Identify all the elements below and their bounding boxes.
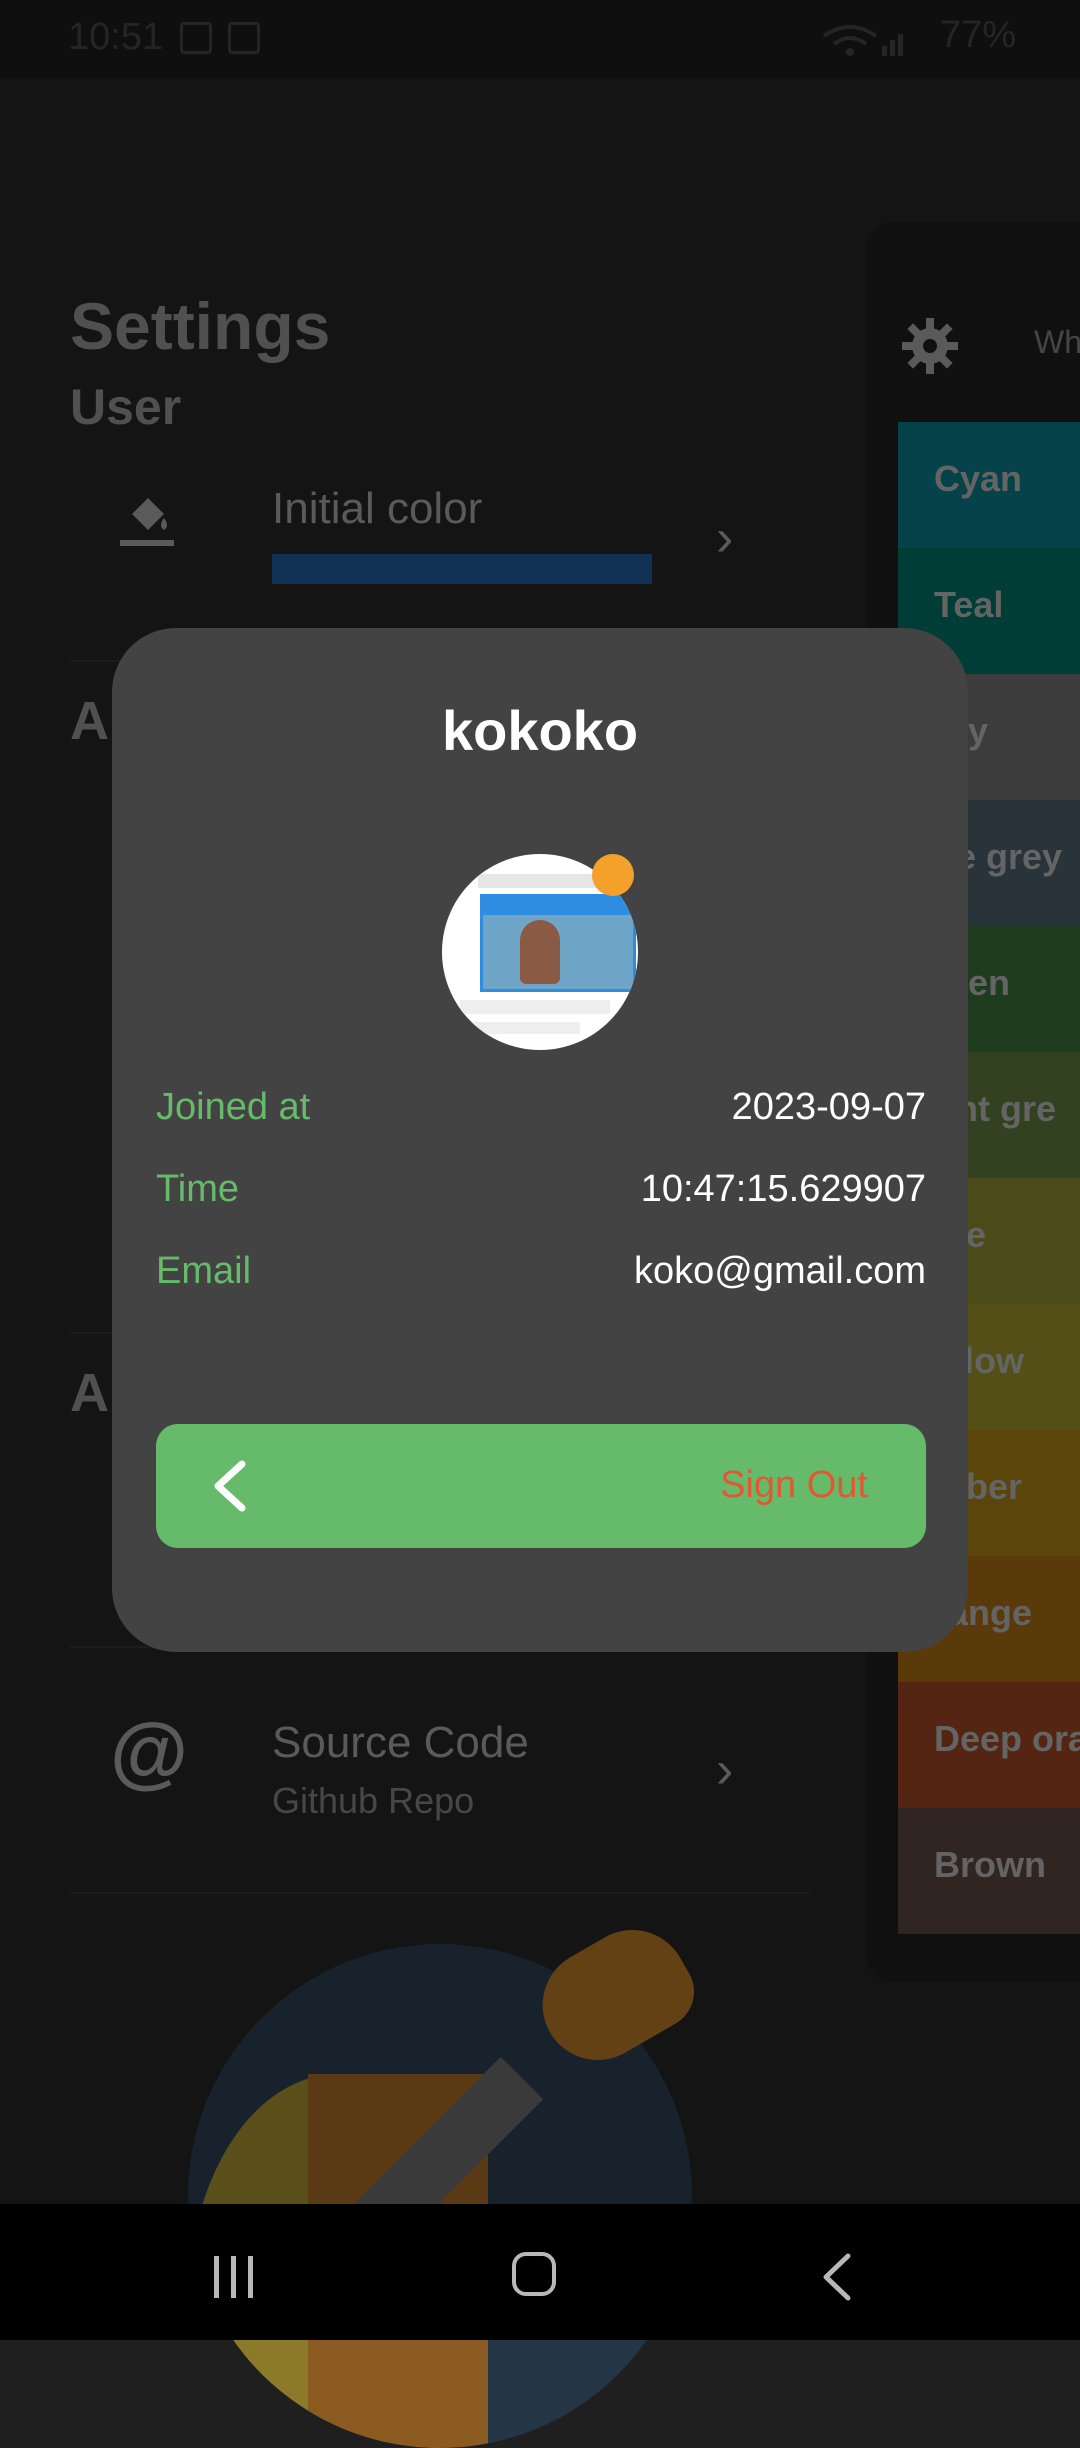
- recent-apps-icon[interactable]: [210, 2256, 258, 2298]
- avatar-face: [520, 920, 560, 984]
- avatar-content: [460, 1000, 610, 1014]
- time-value: 10:47:15.629907: [640, 1168, 926, 1210]
- status-badge: [592, 854, 634, 896]
- avatar-content: [460, 1022, 580, 1034]
- back-arrow-icon[interactable]: [208, 1460, 250, 1512]
- email-label: Email: [156, 1250, 252, 1292]
- user-profile-dialog: kokoko Joined at 2023-09-07 Time 10:47:1…: [112, 628, 968, 1652]
- joined-at-value: 2023-09-07: [731, 1086, 926, 1128]
- home-icon[interactable]: [512, 2252, 556, 2296]
- email-value: koko@gmail.com: [634, 1250, 926, 1292]
- sign-out-label: Sign Out: [720, 1464, 868, 1506]
- joined-at-label: Joined at: [156, 1086, 311, 1128]
- sign-out-button[interactable]: Sign Out: [156, 1424, 926, 1548]
- dialog-username: kokoko: [441, 699, 639, 762]
- time-label: Time: [156, 1168, 240, 1210]
- nav-back-icon[interactable]: [820, 2252, 854, 2302]
- system-nav-bar: [0, 2204, 1080, 2340]
